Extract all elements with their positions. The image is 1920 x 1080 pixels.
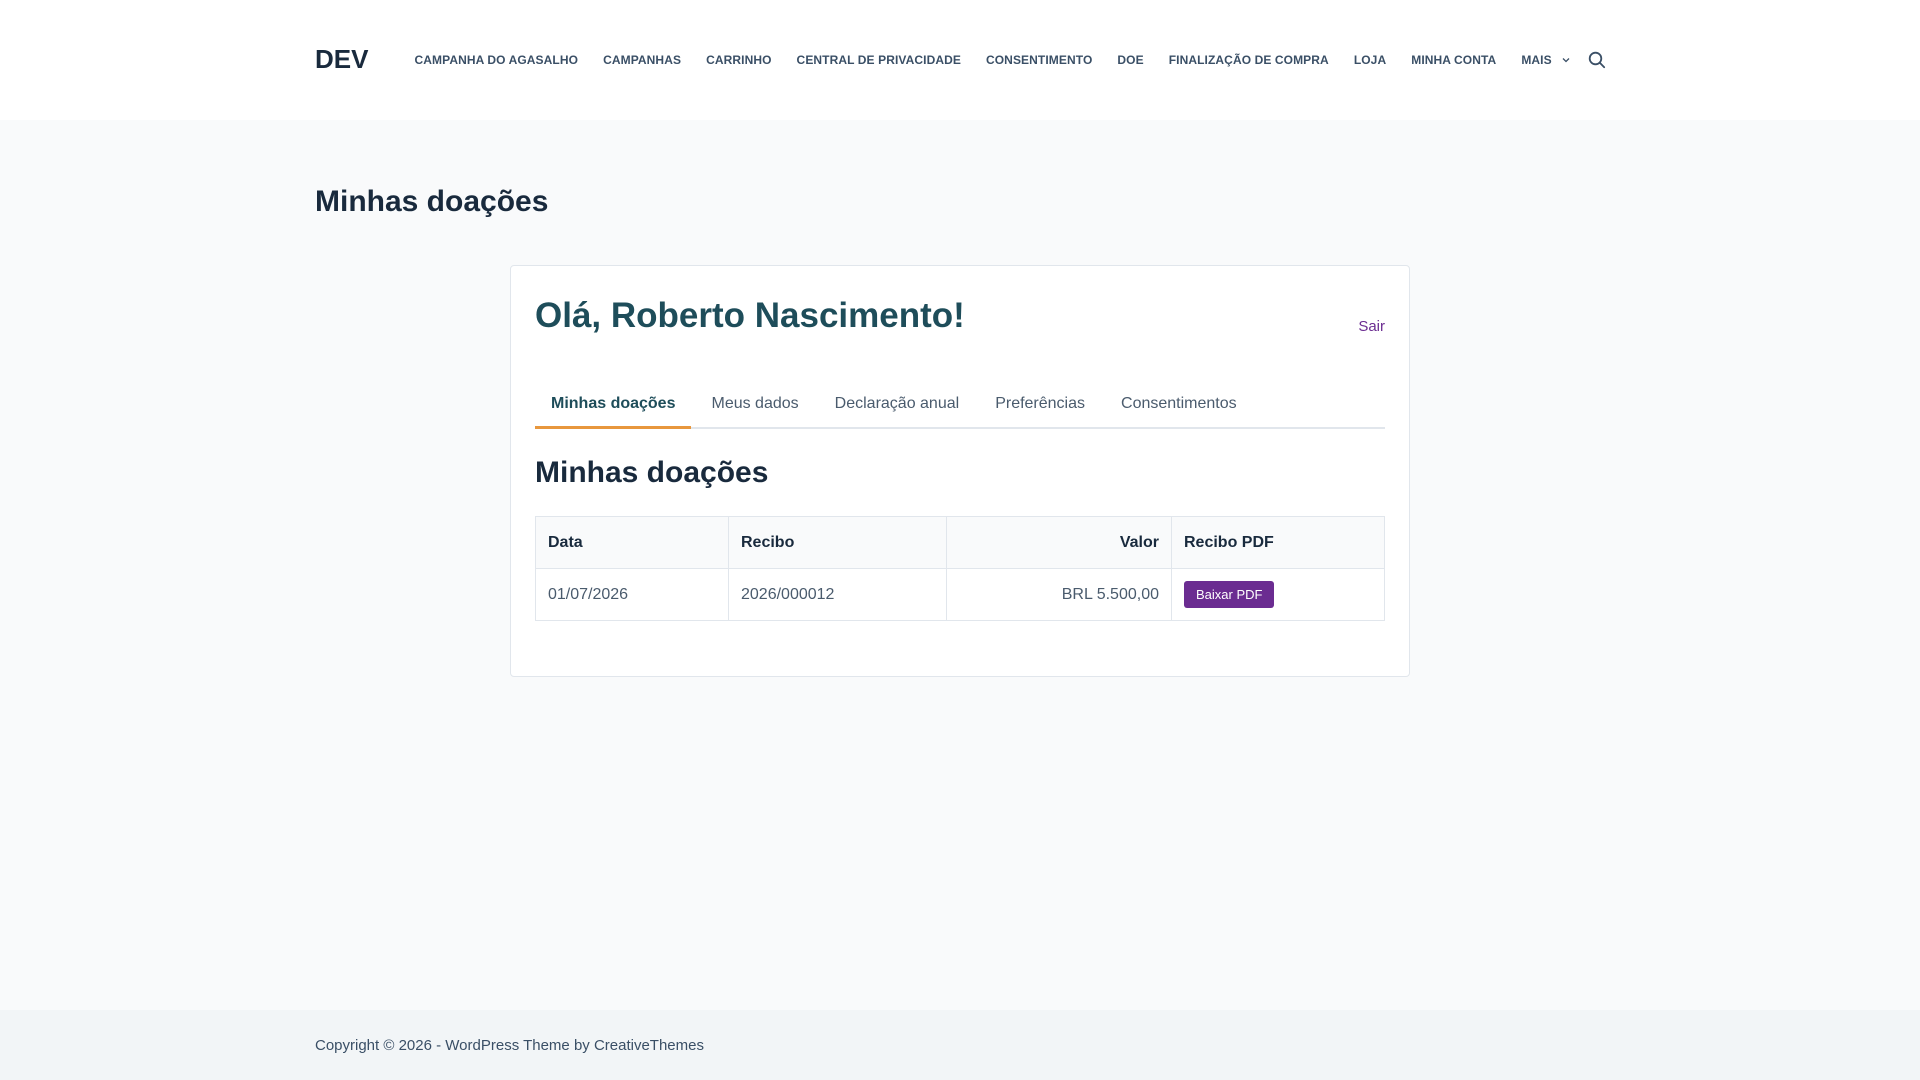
table-row: 01/07/2026 2026/000012 BRL 5.500,00 Baix… xyxy=(535,568,1385,621)
account-card: Olá, Roberto Nascimento! Sair Minhas doa… xyxy=(510,265,1410,677)
tab-preferencias[interactable]: Preferências xyxy=(979,379,1101,429)
nav-item-minha-conta[interactable]: MINHA CONTA xyxy=(1399,53,1509,67)
site-logo[interactable]: DEV xyxy=(315,44,368,75)
column-header-recibo-pdf: Recibo PDF xyxy=(1171,516,1385,569)
page-title: Minhas doações xyxy=(315,185,549,218)
nav-item-finalizacao-de-compra[interactable]: FINALIZAÇÃO DE COMPRA xyxy=(1156,53,1341,67)
cell-amount: BRL 5.500,00 xyxy=(946,568,1172,621)
nav-item-mais[interactable]: MAIS xyxy=(1509,53,1582,67)
tab-consentimentos[interactable]: Consentimentos xyxy=(1105,379,1253,429)
nav-item-mais-label: MAIS xyxy=(1521,53,1552,67)
donations-table: Data Recibo Valor Recibo PDF 01/07/2026 … xyxy=(535,516,1385,621)
nav-item-carrinho[interactable]: CARRINHO xyxy=(694,53,784,67)
nav-item-central-de-privacidade[interactable]: CENTRAL DE PRIVACIDADE xyxy=(784,53,973,67)
main-nav: CAMPANHA DO AGASALHO CAMPANHAS CARRINHO … xyxy=(402,0,1582,120)
copyright-text: Copyright © 2026 - WordPress Theme by Cr… xyxy=(315,1037,704,1054)
nav-item-campanha-do-agasalho[interactable]: CAMPANHA DO AGASALHO xyxy=(402,53,591,67)
greeting-heading: Olá, Roberto Nascimento! xyxy=(535,296,965,335)
nav-item-campanhas[interactable]: CAMPANHAS xyxy=(591,53,694,67)
nav-item-loja[interactable]: LOJA xyxy=(1341,53,1398,67)
search-icon[interactable] xyxy=(1588,51,1606,69)
column-header-recibo: Recibo xyxy=(728,516,947,569)
site-header: DEV CAMPANHA DO AGASALHO CAMPANHAS CARRI… xyxy=(0,0,1920,120)
tab-meus-dados[interactable]: Meus dados xyxy=(695,379,814,429)
download-pdf-button[interactable]: Baixar PDF xyxy=(1184,581,1275,608)
column-header-valor: Valor xyxy=(946,516,1172,569)
section-title: Minhas doações xyxy=(535,456,769,489)
logout-link[interactable]: Sair xyxy=(1358,318,1385,335)
chevron-down-icon xyxy=(1562,58,1570,63)
site-footer: Copyright © 2026 - WordPress Theme by Cr… xyxy=(0,1010,1920,1080)
column-header-data: Data xyxy=(535,516,729,569)
table-header-row: Data Recibo Valor Recibo PDF xyxy=(535,516,1385,569)
account-tabs: Minhas doações Meus dados Declaração anu… xyxy=(535,379,1385,429)
nav-item-consentimento[interactable]: CONSENTIMENTO xyxy=(973,53,1104,67)
cell-receipt: 2026/000012 xyxy=(728,568,947,621)
tab-declaracao-anual[interactable]: Declaração anual xyxy=(819,379,976,429)
cell-pdf: Baixar PDF xyxy=(1171,568,1385,621)
cell-date: 01/07/2026 xyxy=(535,568,729,621)
nav-item-doe[interactable]: DOE xyxy=(1105,53,1156,67)
tab-minhas-doacoes[interactable]: Minhas doações xyxy=(535,379,692,429)
